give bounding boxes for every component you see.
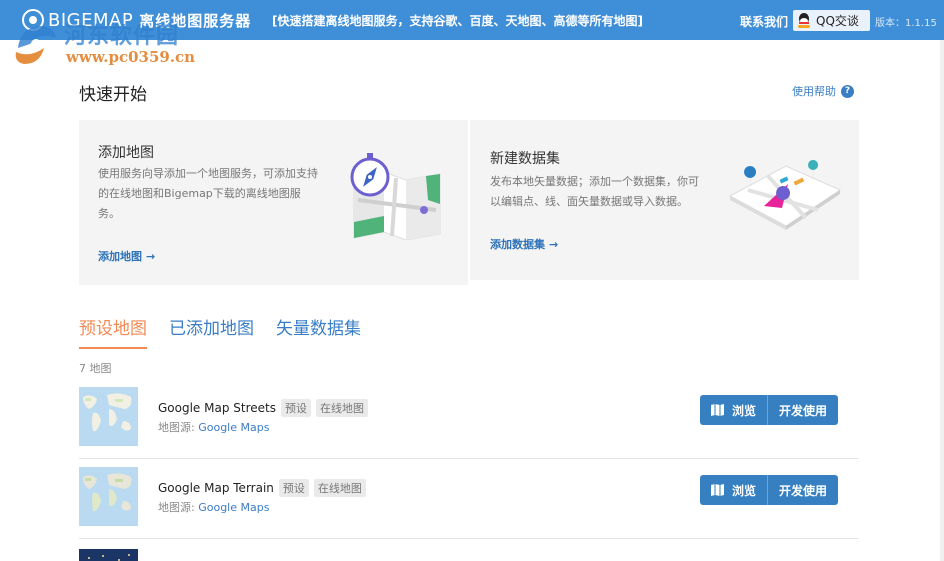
app-name: 离线地图服务器	[139, 11, 252, 30]
watermark-url: www.pc0359.cn	[66, 48, 196, 66]
tag-online-map: 在线地图	[313, 479, 366, 497]
map-thumbnail	[79, 467, 138, 526]
question-icon: ?	[841, 84, 854, 98]
map-action-buttons: 浏览 开发使用	[700, 475, 838, 505]
map-thumbnail	[79, 549, 138, 561]
new-dataset-title: 新建数据集	[490, 151, 560, 167]
app-logo: BIGEMAP 离线地图服务器	[22, 9, 251, 31]
map-source: 地图源: Google Maps	[158, 501, 270, 514]
browse-button[interactable]: 浏览	[700, 475, 768, 505]
qq-chat-button[interactable]: QQ交谈	[793, 10, 870, 31]
map-name: Google Map Terrain 预设 在线地图	[158, 479, 366, 497]
dataset-map-illustration-icon	[728, 160, 842, 230]
browse-button[interactable]: 浏览	[700, 395, 768, 425]
quick-start-title: 快速开始	[79, 85, 147, 105]
tag-preset: 预设	[280, 399, 311, 417]
add-dataset-link[interactable]: 添加数据集 →	[490, 236, 558, 252]
version-label: 版本：1.1.15	[875, 18, 937, 29]
add-map-description: 使用服务向导添加一个地图服务，可添加支持 的在线地图和Bigemap下载的离线地…	[98, 167, 318, 220]
top-bar: BIGEMAP 离线地图服务器 [快速搭建离线地图服务，支持谷歌、百度、天地图、…	[0, 0, 944, 40]
tag-preset: 预设	[278, 479, 309, 497]
develop-button[interactable]: 开发使用	[768, 475, 838, 505]
brand-name: BIGEMAP	[48, 9, 134, 31]
add-map-card: 添加地图 使用服务向导添加一个地图服务，可添加支持 的在线地图和Bigemap下…	[79, 120, 468, 285]
map-thumbnail	[79, 387, 138, 446]
map-icon	[710, 404, 724, 416]
qq-chat-label: QQ交谈	[816, 14, 859, 28]
arrow-right-icon: →	[549, 238, 559, 251]
map-count: 7 地图	[79, 362, 112, 375]
arrow-right-icon: →	[146, 250, 156, 263]
add-map-title: 添加地图	[98, 145, 154, 161]
map-compass-illustration-icon	[350, 153, 441, 240]
map-icon	[710, 484, 724, 496]
contact-us-link[interactable]: 联系我们	[740, 13, 788, 30]
qq-penguin-icon	[797, 12, 811, 29]
bigemap-logo-icon	[22, 9, 44, 31]
map-name: Google Map Streets 预设 在线地图	[158, 399, 368, 417]
add-map-link[interactable]: 添加地图 →	[98, 248, 155, 264]
map-row: Google Map Streets 预设 在线地图 地图源: Google M…	[79, 379, 859, 459]
map-action-buttons: 浏览 开发使用	[700, 395, 838, 425]
tab-vector-datasets[interactable]: 矢量数据集	[276, 314, 361, 349]
tag-online-map: 在线地图	[315, 399, 368, 417]
help-link[interactable]: 使用帮助 ?	[792, 83, 854, 99]
map-tabs: 预设地图 已添加地图 矢量数据集	[79, 314, 383, 349]
new-dataset-description: 发布本地矢量数据；添加一个数据集，你可 以编辑点、线、面矢量数据或导入数据。	[490, 175, 699, 208]
help-label: 使用帮助	[792, 85, 836, 98]
tab-added-maps[interactable]: 已添加地图	[169, 314, 254, 349]
slogan: [快速搭建离线地图服务，支持谷歌、百度、天地图、高德等所有地图]	[272, 14, 643, 28]
new-dataset-card: 新建数据集 发布本地矢量数据；添加一个数据集，你可 以编辑点、线、面矢量数据或导…	[470, 120, 859, 280]
map-row: Google Map Terrain 预设 在线地图 地图源: Google M…	[79, 459, 859, 539]
tab-preset-maps[interactable]: 预设地图	[79, 314, 147, 349]
map-source: 地图源: Google Maps	[158, 421, 270, 434]
develop-button[interactable]: 开发使用	[768, 395, 838, 425]
vertical-scrollbar[interactable]	[940, 40, 944, 561]
